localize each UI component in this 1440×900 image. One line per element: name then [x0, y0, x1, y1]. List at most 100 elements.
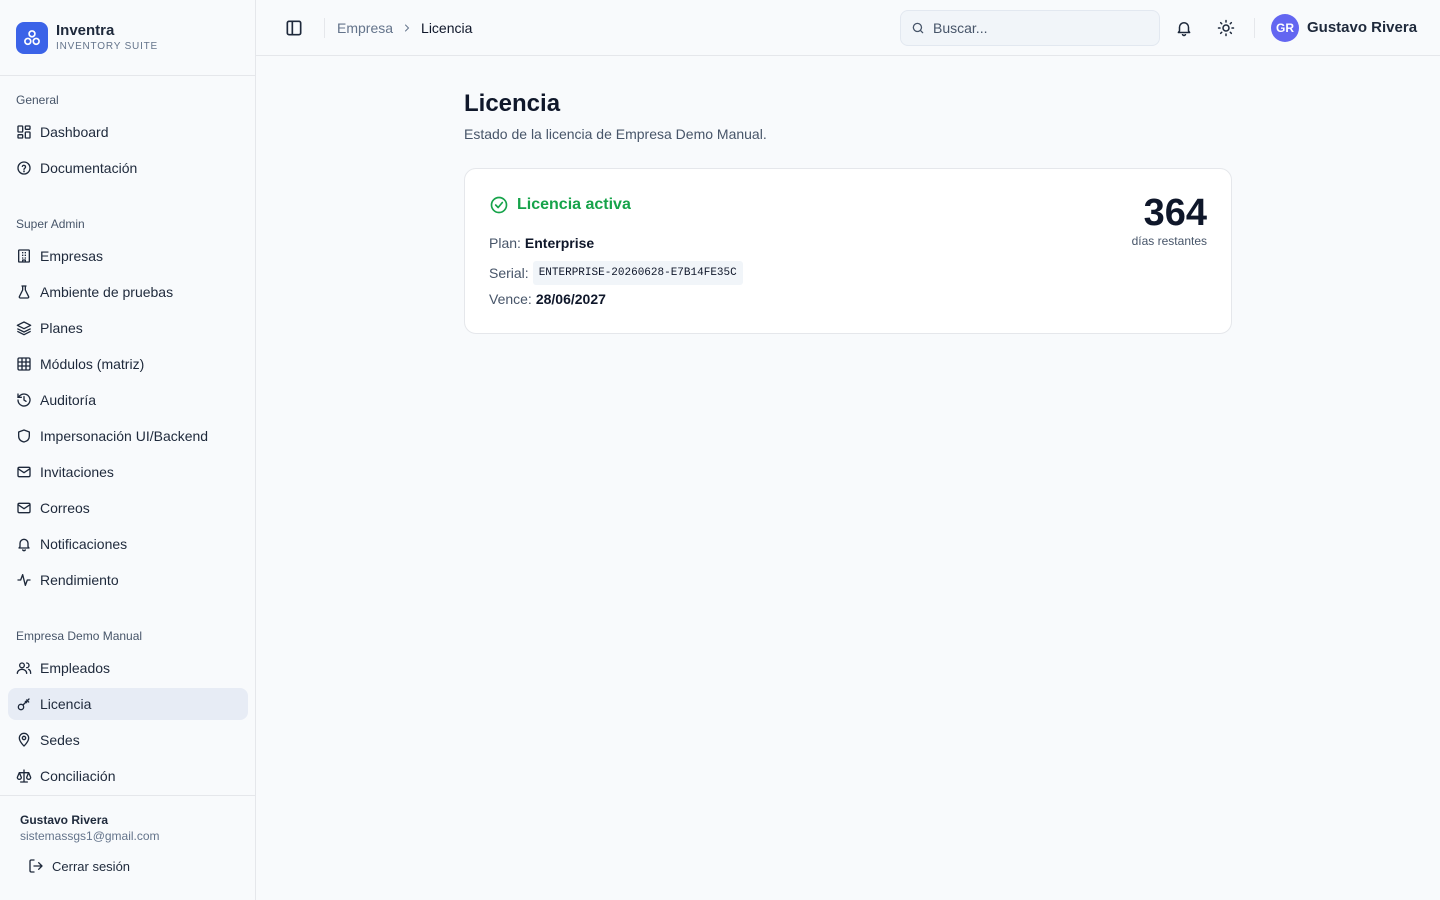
sidebar-item-label: Rendimiento: [40, 572, 119, 588]
sidebar-item-documentacion[interactable]: Documentación: [8, 152, 248, 184]
nav-group-title: Super Admin: [16, 217, 85, 231]
logout-label: Cerrar sesión: [52, 858, 131, 874]
table-icon: [17, 357, 31, 371]
sidebar-item-label: Sedes: [40, 732, 80, 748]
top-header: Empresa Licencia GR Gustavo Rivera: [256, 0, 1440, 56]
logout-icon: [29, 859, 43, 873]
map-pin-icon: [18, 732, 30, 747]
layers-icon: [16, 321, 32, 336]
sidebar-item-empleados[interactable]: Empleados: [8, 652, 248, 684]
building-icon: [18, 249, 30, 263]
sidebar-item-label: Ambiente de pruebas: [40, 284, 174, 300]
plan-row: Plan: Enterprise: [489, 233, 594, 253]
license-status-text: Licencia activa: [517, 196, 631, 213]
theme-toggle-button[interactable]: [1216, 18, 1236, 38]
avatar[interactable]: GR: [1271, 14, 1299, 42]
flask-icon: [18, 285, 30, 299]
scale-icon: [16, 769, 32, 783]
expires-value: 28/06/2027: [535, 291, 606, 307]
sidebar-item-rendimiento[interactable]: Rendimiento: [8, 564, 248, 596]
users-icon: [16, 662, 32, 674]
help-circle-icon: [17, 161, 31, 175]
sidebar-toggle-button[interactable]: [284, 18, 304, 38]
nav-group-general: General Dashboard Documentación: [8, 88, 248, 184]
sidebar-item-label: Licencia: [40, 696, 92, 712]
notifications-button[interactable]: [1174, 18, 1194, 38]
sidebar-item-label: Documentación: [40, 160, 138, 176]
expires-row: Vence: 28/06/2027: [489, 289, 606, 309]
shield-icon: [18, 429, 30, 443]
grid-icon: [17, 125, 31, 139]
sidebar-item-label: Correos: [40, 500, 90, 516]
brand-logo-icon: [16, 21, 48, 54]
sidebar-item-auditoria[interactable]: Auditoría: [8, 384, 248, 416]
brand: Inventra INVENTORY SUITE: [0, 0, 255, 76]
days-remaining-value: 364: [1143, 192, 1207, 234]
sun-icon: [1217, 19, 1235, 37]
sidebar-item-conciliacion[interactable]: Conciliación: [8, 760, 248, 792]
mail-icon: [17, 502, 31, 514]
days-remaining-label: días restantes: [1131, 234, 1207, 248]
brand-subtitle: INVENTORY SUITE: [56, 40, 159, 52]
sidebar-item-impersonacion[interactable]: Impersonación UI/Backend: [8, 420, 248, 452]
search-input[interactable]: [933, 20, 1133, 36]
brand-name: Inventra: [56, 21, 115, 39]
sidebar-item-label: Auditoría: [40, 392, 97, 408]
chevron-right-icon: [401, 22, 413, 34]
header-user-name[interactable]: Gustavo Rivera: [1307, 18, 1417, 38]
serial-label: Serial:: [489, 265, 529, 281]
nav-group-super-admin: Super Admin Empresas Ambiente de pruebas…: [8, 212, 248, 596]
bell-icon: [18, 538, 30, 552]
sidebar-item-correos[interactable]: Correos: [8, 492, 248, 524]
expires-label: Vence:: [489, 291, 532, 307]
serial-value: ENTERPRISE-20260628-E7B14FE35C: [532, 261, 743, 285]
search-box[interactable]: [900, 10, 1160, 46]
sidebar-item-sedes[interactable]: Sedes: [8, 724, 248, 756]
sidebar-item-dashboard[interactable]: Dashboard: [8, 116, 248, 148]
sidebar-item-label: Empleados: [40, 660, 111, 676]
logout-button[interactable]: Cerrar sesión: [28, 858, 235, 874]
header-divider: [1254, 18, 1255, 38]
serial-row: Serial: ENTERPRISE-20260628-E7B14FE35C: [489, 261, 743, 285]
sidebar-item-licencia[interactable]: Licencia: [8, 688, 248, 720]
sidebar-item-empresas[interactable]: Empresas: [8, 240, 248, 272]
sidebar-item-label: Empresas: [40, 248, 104, 264]
nav-group-title: General: [16, 93, 59, 107]
sidebar-user-name: Gustavo Rivera: [20, 813, 109, 827]
sidebar-footer: Gustavo Rivera sistemassgs1@gmail.com Ce…: [0, 795, 255, 900]
activity-icon: [17, 574, 31, 586]
license-card: Licencia activa Plan: Enterprise Serial:…: [464, 168, 1232, 334]
sidebar-item-modulos[interactable]: Módulos (matriz): [8, 348, 248, 380]
history-icon: [17, 393, 31, 407]
bell-icon: [1177, 22, 1191, 37]
sidebar-item-label: Módulos (matriz): [40, 356, 145, 372]
check-circle-icon: [490, 196, 508, 214]
header-divider: [324, 18, 325, 38]
breadcrumb-parent[interactable]: Empresa: [337, 20, 393, 36]
nav-group-empresa: Empresa Demo Manual Empleados Licencia S…: [8, 624, 248, 792]
nav-group-title: Empresa Demo Manual: [16, 629, 143, 643]
sidebar-item-label: Dashboard: [40, 124, 109, 140]
key-icon: [17, 698, 30, 711]
sidebar-item-ambiente-de-pruebas[interactable]: Ambiente de pruebas: [8, 276, 248, 308]
plan-label: Plan:: [489, 235, 521, 251]
search-icon: [912, 22, 924, 34]
license-status: Licencia activa: [489, 195, 631, 215]
panel-left-icon: [286, 20, 302, 36]
mail-icon: [17, 466, 31, 478]
sidebar-user-email: sistemassgs1@gmail.com: [20, 829, 160, 843]
breadcrumb: Empresa Licencia: [337, 18, 472, 38]
sidebar-item-label: Invitaciones: [40, 464, 114, 480]
sidebar: Inventra INVENTORY SUITE General Dashboa…: [0, 0, 256, 900]
sidebar-item-label: Impersonación UI/Backend: [40, 428, 209, 444]
sidebar-item-label: Conciliación: [40, 768, 116, 784]
sidebar-item-planes[interactable]: Planes: [8, 312, 248, 344]
sidebar-item-invitaciones[interactable]: Invitaciones: [8, 456, 248, 488]
sidebar-item-notificaciones[interactable]: Notificaciones: [8, 528, 248, 560]
sidebar-item-label: Notificaciones: [40, 536, 128, 552]
sidebar-item-label: Planes: [40, 320, 83, 336]
plan-value: Enterprise: [524, 235, 595, 251]
breadcrumb-current: Licencia: [421, 20, 473, 36]
page-title: Licencia: [464, 90, 561, 117]
page-subtitle: Estado de la licencia de Empresa Demo Ma…: [464, 126, 767, 142]
